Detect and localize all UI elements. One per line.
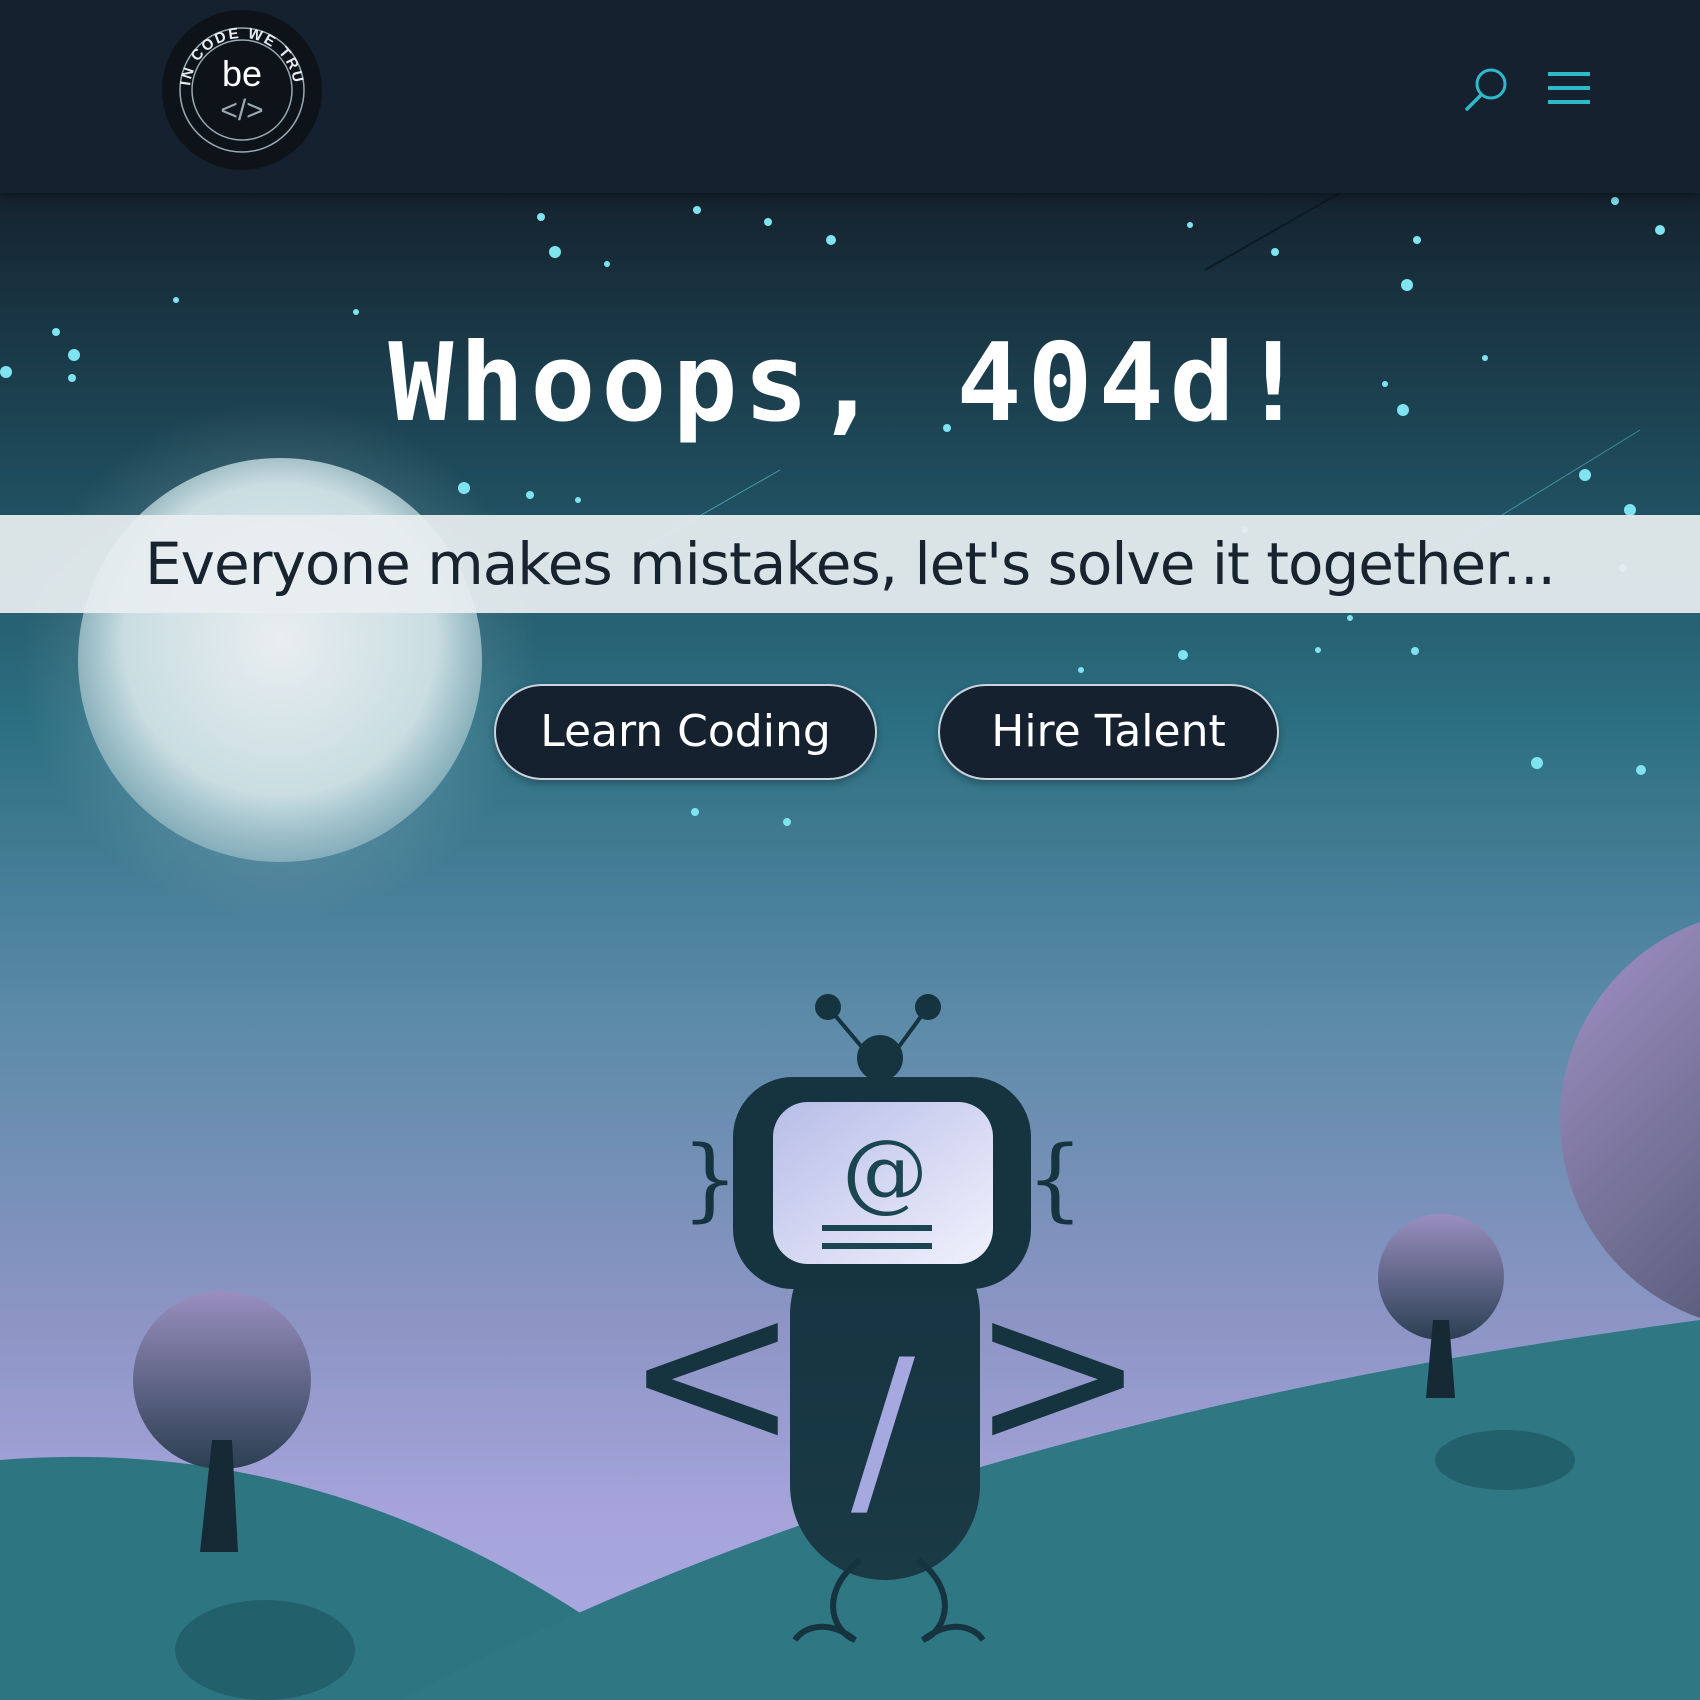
search-icon[interactable] <box>1462 64 1512 114</box>
robot-body-symbol: / <box>851 1319 916 1540</box>
hamburger-menu-icon[interactable] <box>1546 66 1592 110</box>
site-header: IN CODE WE TRUST be </> <box>0 0 1700 193</box>
learn-coding-button[interactable]: Learn Coding <box>494 684 877 780</box>
robot-left-brace: } <box>681 1127 738 1232</box>
planet <box>1560 922 1700 1318</box>
page-title: Whoops, 404d! <box>388 321 1312 446</box>
tagline-text: Everyone makes mistakes, let's solve it … <box>145 530 1556 598</box>
tagline-banner: Everyone makes mistakes, let's solve it … <box>0 515 1700 613</box>
robot-screen-symbol: @ <box>842 1122 928 1222</box>
robot-right-brace: { <box>1026 1127 1083 1232</box>
logo-mark: be <box>222 53 262 94</box>
site-logo[interactable]: IN CODE WE TRUST be </> <box>160 8 324 172</box>
robot-left-bracket: < <box>624 1250 800 1495</box>
robot-right-bracket: > <box>970 1250 1146 1495</box>
logo-sub-mark: </> <box>220 94 263 127</box>
hire-talent-button[interactable]: Hire Talent <box>938 684 1279 780</box>
